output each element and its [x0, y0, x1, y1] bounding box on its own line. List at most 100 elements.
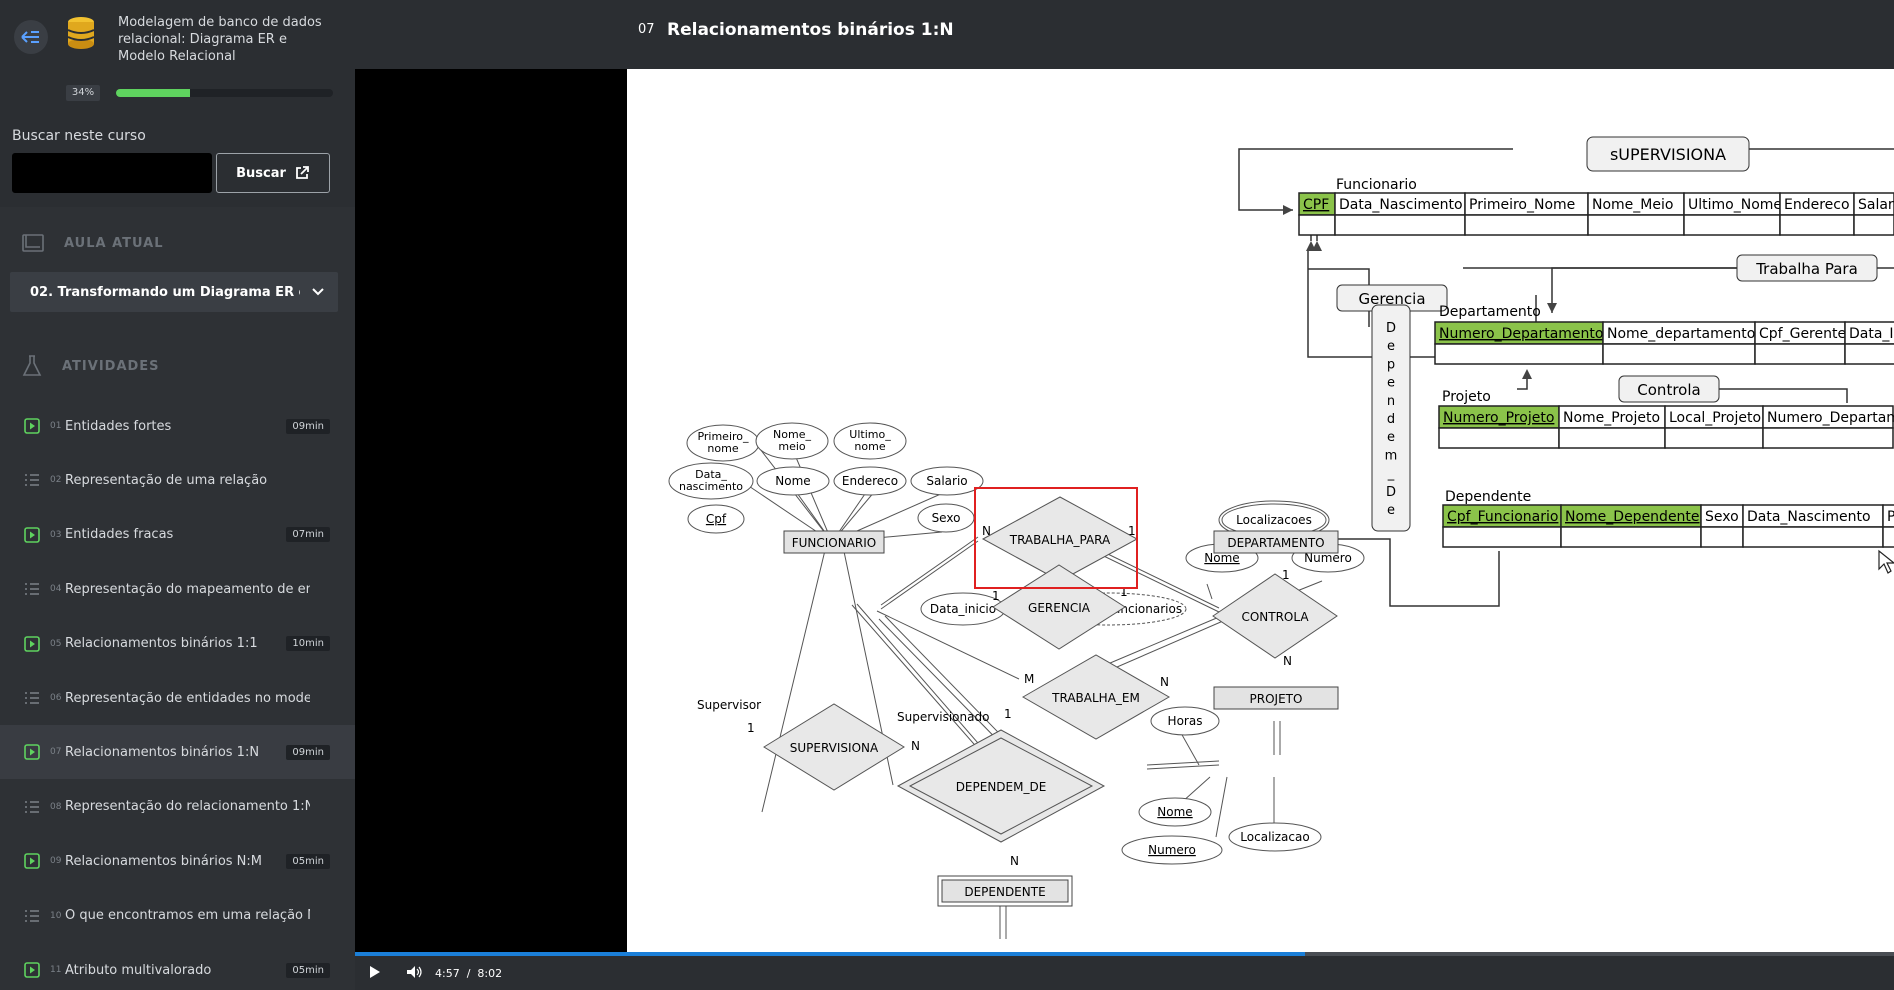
activity-item-05[interactable]: 05 Relacionamentos binários 1:1 10min [0, 617, 355, 671]
vertical-letter: D [1386, 485, 1396, 500]
er-relational-diagram: sUPERVISIONA Funcionario CPF Data_Nascime… [668, 136, 1894, 939]
projeto-value-cell [1664, 427, 1764, 449]
dependente-value-cell [1742, 526, 1884, 548]
course-progress-bar [116, 89, 333, 97]
video-progress-bar[interactable] [355, 952, 1894, 956]
activity-item-02[interactable]: 02 Representação de uma relação [0, 453, 355, 507]
video-progress-fill [355, 952, 1305, 956]
book-icon [22, 234, 44, 252]
projeto-table: Numero_Projeto Nome_Projeto Local_Projeto N… [1438, 405, 1894, 449]
departamento-value-cell [1754, 343, 1846, 365]
search-input[interactable] [12, 153, 212, 193]
video-frame[interactable]: sUPERVISIONA Funcionario CPF Data_Nascime… [627, 69, 1894, 957]
activity-title: Representação do mapeamento de ent... [65, 581, 310, 597]
activity-duration: 09min [286, 744, 330, 760]
back-button[interactable] [14, 20, 48, 54]
vertical-letter: e [1387, 430, 1395, 445]
activity-number: 05 [50, 638, 62, 649]
funcionario-value-cell [1334, 214, 1466, 236]
funcionario-column-name: Ultimo_Nome [1688, 197, 1782, 213]
dependente-column-name: Pare [1887, 509, 1894, 525]
course-header: Modelagem de banco de dados relacional: … [0, 0, 355, 207]
attribute-localizacoes: Localizacoes [1236, 513, 1312, 527]
vertical-letter: p [1387, 357, 1395, 372]
vertical-letter: _ [1387, 467, 1395, 482]
current-lesson-label: AULA ATUAL [64, 235, 164, 251]
entity-departamento: DEPARTAMENTO [1227, 536, 1324, 550]
attribute-salario: Salario [926, 474, 967, 488]
trabalha-para-label: Trabalha Para [1755, 260, 1858, 278]
activity-duration: 10min [286, 636, 330, 652]
supervisor-label: Supervisor [697, 698, 761, 712]
course-title: Modelagem de banco de dados relacional: … [118, 15, 322, 64]
vertical-letter: D [1386, 321, 1396, 336]
list-icon [25, 583, 39, 595]
search-button[interactable]: Buscar [216, 153, 330, 193]
activity-number: 10 [50, 910, 62, 921]
projeto-value-cell [1558, 427, 1666, 449]
funcionario-value-cell [1298, 214, 1336, 236]
vertical-letter: d [1387, 412, 1395, 427]
activity-number: 03 [50, 529, 62, 540]
relationship-supervisiona: SUPERVISIONA [790, 741, 879, 755]
activity-number: 11 [50, 965, 62, 975]
dependente-table: Cpf_Funcionario Nome_Dependente Sexo Data_N… [1442, 504, 1894, 548]
er-diagram: Primeiro_ nomeNome_ meioUltimo_ nomeData_ na… [668, 422, 1365, 907]
activity-number: 04 [50, 584, 62, 595]
entity-funcionario: FUNCIONARIO [792, 536, 877, 550]
activity-item-08[interactable]: 08 Representação do relacionamento 1:N [0, 780, 355, 834]
volume-icon[interactable] [407, 966, 423, 978]
activity-number: 08 [50, 801, 62, 812]
attribute-data_inicio: Data_inicio [930, 602, 996, 616]
vertical-letter: e [1387, 339, 1395, 354]
activity-title: Representação de uma relação [65, 472, 268, 488]
activity-duration: 07min [286, 527, 330, 543]
lesson-title: Relacionamentos binários 1:N [667, 20, 954, 40]
attribute-localizacao: Localizacao [1240, 830, 1309, 844]
video-icon [24, 744, 40, 761]
projeto-value-cell [1438, 427, 1560, 449]
activity-title: Entidades fortes [65, 418, 172, 434]
activity-item-03[interactable]: 03 Entidades fracas 07min [0, 508, 355, 562]
cardinality-label: N [1010, 854, 1019, 868]
activity-title: Relacionamentos binários 1:N [65, 744, 260, 760]
attribute-proj_numero: Numero [1148, 843, 1196, 857]
activity-number: 09 [50, 856, 62, 867]
departamento-value-cell [1602, 343, 1756, 365]
lesson-number: 07 [638, 22, 655, 37]
relationship-dependem_de: DEPENDEM_DE [956, 780, 1047, 794]
mouse-cursor-icon [1878, 549, 1894, 574]
departamento-table-label: Departamento [1439, 304, 1541, 320]
activity-title: Atributo multivalorado [65, 962, 212, 978]
current-lesson-dropdown[interactable]: 02. Transformando um Diagrama ER em Mode… [10, 272, 338, 312]
cardinality-label: N [1283, 654, 1292, 668]
play-icon[interactable] [369, 966, 381, 978]
attribute-cpf: Cpf [706, 512, 727, 526]
flask-icon [22, 355, 42, 376]
departamento-column-name: Nome_departamento [1607, 326, 1755, 342]
cardinality-label: 1 [1128, 524, 1136, 538]
activity-item-07[interactable]: 07 Relacionamentos binários 1:N 09min [0, 725, 355, 780]
activity-item-09[interactable]: 09 Relacionamentos binários N:M 05min [0, 834, 355, 888]
list-icon [25, 909, 39, 922]
activity-duration: 05min [286, 962, 330, 978]
activity-item-01[interactable]: 01 Entidades fortes 09min [0, 399, 355, 453]
controla-label: Controla [1637, 381, 1700, 399]
dependente-value-cell [1560, 526, 1702, 548]
vertical-letter: n [1387, 394, 1395, 409]
activity-item-04[interactable]: 04 Representação do mapeamento de ent... [0, 562, 355, 616]
lesson-header: 07 Relacionamentos binários 1:N [355, 0, 1894, 69]
funcionario-column-name: Data_Nascimento [1339, 197, 1463, 213]
player-controls: 4:57 / 8:02 [355, 952, 1894, 990]
dependente-table-label: Dependente [1445, 489, 1531, 505]
funcionario-value-cell [1683, 214, 1781, 236]
activity-duration: 05min [286, 853, 330, 869]
attribute-sexo: Sexo [932, 511, 961, 525]
activity-item-10[interactable]: 10 O que encontramos em uma relação N... [0, 889, 355, 943]
activities-label: ATIVIDADES [62, 358, 160, 374]
projeto-column-name: Numero_Projeto [1443, 410, 1554, 426]
projeto-column-name: Nome_Projeto [1563, 410, 1660, 426]
activity-item-11[interactable]: 11 Atributo multivalorado 05min [0, 943, 355, 990]
cardinality-label: 1 [1004, 707, 1012, 721]
activity-item-06[interactable]: 06 Representação de entidades no model... [0, 671, 355, 725]
